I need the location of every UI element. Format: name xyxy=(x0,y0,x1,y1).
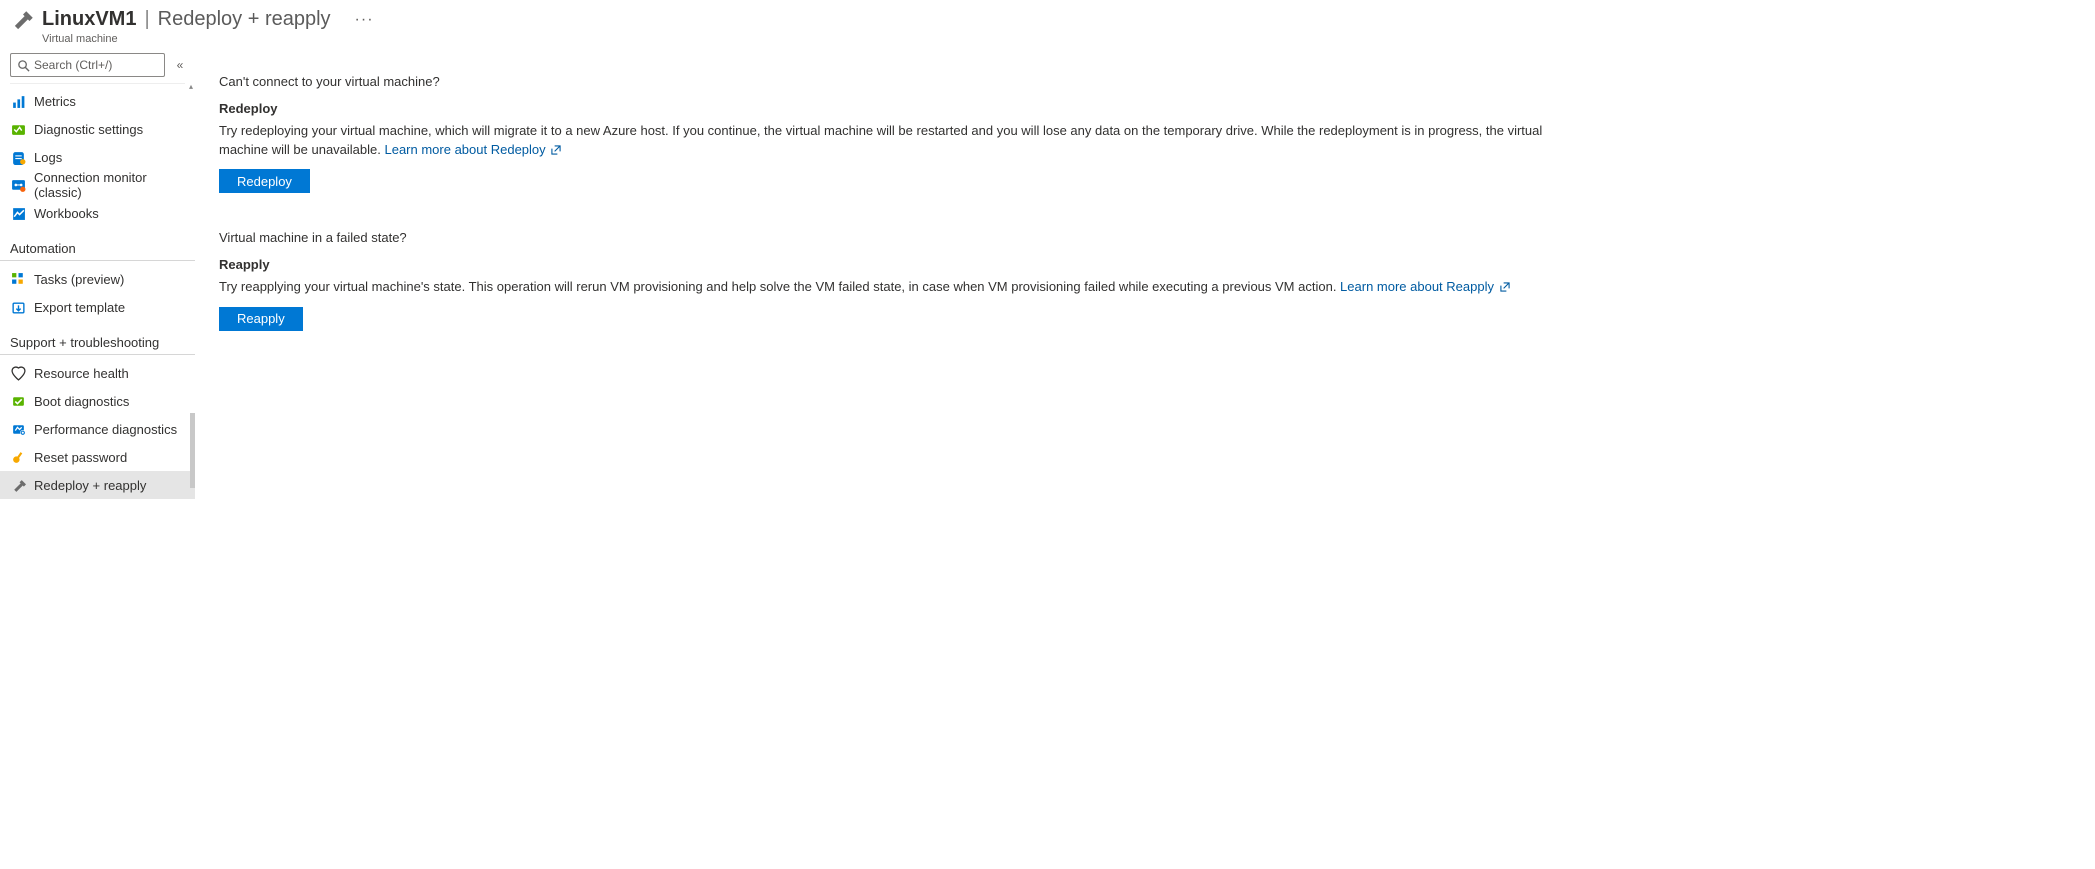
redeploy-button[interactable]: Redeploy xyxy=(219,169,310,193)
sidebar-item-performance-diagnostics[interactable]: Performance diagnostics xyxy=(0,415,195,443)
key-icon xyxy=(10,449,26,465)
sidebar-item-label: Connection monitor (classic) xyxy=(34,170,195,200)
sidebar-item-label: Tasks (preview) xyxy=(34,272,124,287)
sidebar-item-label: Reset password xyxy=(34,450,127,465)
page-title: Redeploy + reapply xyxy=(158,8,331,31)
reapply-learn-more-link[interactable]: Learn more about Reapply xyxy=(1340,279,1510,294)
reapply-desc: Try reapplying your virtual machine's st… xyxy=(219,278,1551,297)
redeploy-learn-more-link[interactable]: Learn more about Redeploy xyxy=(384,142,561,157)
resource-type: Virtual machine xyxy=(42,33,374,45)
reapply-desc-text: Try reapplying your virtual machine's st… xyxy=(219,279,1340,294)
metrics-icon xyxy=(10,93,26,109)
sidebar-item-label: Workbooks xyxy=(34,206,99,221)
workbooks-icon xyxy=(10,205,26,221)
sidebar-item-label: Metrics xyxy=(34,94,76,109)
page-header: LinuxVM1 | Redeploy + reapply ··· Virtua… xyxy=(0,0,1571,49)
redeploy-title: Redeploy xyxy=(219,100,1551,119)
nav-scroll[interactable]: Metrics Diagnostic settings Logs Connection… xyxy=(0,83,195,650)
sidebar-item-export-template[interactable]: Export template xyxy=(0,293,195,321)
nav-section-automation: Automation xyxy=(0,227,195,261)
nav-section-support: Support + troubleshooting xyxy=(0,321,195,355)
sidebar-item-label: Boot diagnostics xyxy=(34,394,129,409)
sidebar-item-tasks-preview[interactable]: Tasks (preview) xyxy=(0,265,195,293)
reapply-link-text: Learn more about Reapply xyxy=(1340,279,1494,294)
external-link-icon xyxy=(1500,282,1510,292)
sidebar-item-redeploy-reapply[interactable]: Redeploy + reapply xyxy=(0,471,195,499)
sidebar-item-reset-password[interactable]: Reset password xyxy=(0,443,195,471)
sidebar-item-label: Resource health xyxy=(34,366,129,381)
resource-name: LinuxVM1 xyxy=(42,8,136,31)
sidebar-item-workbooks[interactable]: Workbooks xyxy=(0,199,195,227)
scroll-thumb[interactable] xyxy=(190,413,195,488)
scrollbar[interactable]: ▴ xyxy=(189,83,195,650)
sidebar: « Metrics Diagnostic settings Logs Connecti… xyxy=(0,49,195,650)
main-content: Can't connect to your virtual machine? R… xyxy=(195,49,1571,650)
export-icon xyxy=(10,299,26,315)
reapply-title: Reapply xyxy=(219,256,1551,275)
external-link-icon xyxy=(551,145,561,155)
sidebar-item-label: Redeploy + reapply xyxy=(34,478,146,493)
boot-icon xyxy=(10,393,26,409)
logs-icon xyxy=(10,149,26,165)
sidebar-item-diagnostic-settings[interactable]: Diagnostic settings xyxy=(0,115,195,143)
sidebar-item-label: Export template xyxy=(34,300,125,315)
sidebar-item-label: Performance diagnostics xyxy=(34,422,177,437)
overflow-menu[interactable]: ··· xyxy=(355,11,374,29)
sidebar-item-boot-diagnostics[interactable]: Boot diagnostics xyxy=(0,387,195,415)
diagnostic-icon xyxy=(10,121,26,137)
redeploy-desc: Try redeploying your virtual machine, wh… xyxy=(219,122,1551,160)
sidebar-item-label: Diagnostic settings xyxy=(34,122,143,137)
reapply-question: Virtual machine in a failed state? xyxy=(219,229,1551,248)
redeploy-link-text: Learn more about Redeploy xyxy=(384,142,545,157)
sidebar-item-label: Logs xyxy=(34,150,62,165)
perf-icon xyxy=(10,421,26,437)
sidebar-item-connection-monitor-classic[interactable]: Connection monitor (classic) xyxy=(0,171,195,199)
sidebar-item-logs[interactable]: Logs xyxy=(0,143,195,171)
reapply-button[interactable]: Reapply xyxy=(219,307,303,331)
search-icon xyxy=(17,59,30,72)
nav-cut-indicator xyxy=(10,83,185,87)
title-separator: | xyxy=(144,8,149,31)
redeploy-question: Can't connect to your virtual machine? xyxy=(219,73,1551,92)
collapse-sidebar-button[interactable]: « xyxy=(171,58,189,72)
connmon-icon xyxy=(10,177,26,193)
hammer-icon xyxy=(10,8,36,34)
sidebar-item-metrics[interactable]: Metrics xyxy=(0,87,195,115)
search-input[interactable] xyxy=(34,58,158,72)
tasks-icon xyxy=(10,271,26,287)
search-wrap[interactable] xyxy=(10,53,165,77)
scroll-up-arrow[interactable]: ▴ xyxy=(187,83,195,91)
hammer-icon xyxy=(10,477,26,493)
health-icon xyxy=(10,365,26,381)
sidebar-item-resource-health[interactable]: Resource health xyxy=(0,359,195,387)
